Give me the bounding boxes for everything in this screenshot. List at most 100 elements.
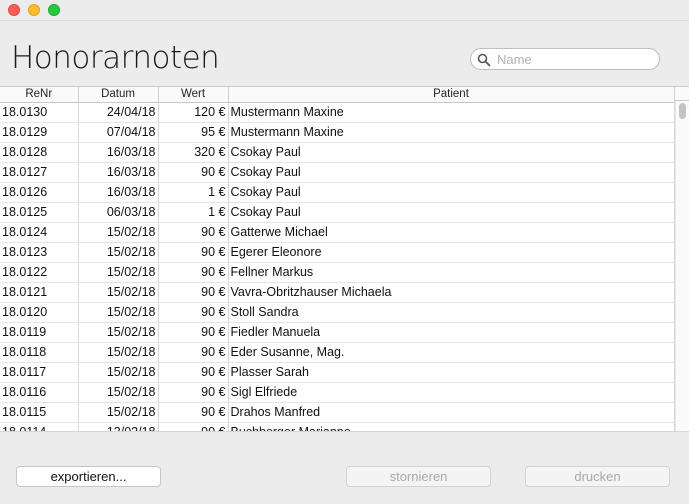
cancel-invoice-button[interactable]: stornieren: [346, 466, 491, 487]
cell-patient: Egerer Eleonore: [228, 242, 675, 263]
invoice-table: ReNr Datum Wert Patient 18.0130 24/04/18 1…: [0, 86, 689, 445]
cell-renr: 18.0127: [0, 162, 79, 183]
print-button[interactable]: drucken: [525, 466, 670, 487]
cell-renr: 18.0126: [0, 182, 79, 203]
table-row[interactable]: 18.0126 16/03/18 1 € Csokay Paul: [0, 182, 675, 203]
table-row[interactable]: 18.0123 15/02/18 90 € Egerer Eleonore: [0, 242, 675, 263]
cell-datum: 16/03/18: [78, 142, 159, 163]
title-bar: [0, 0, 689, 21]
cell-datum: 15/02/18: [78, 222, 159, 243]
cell-datum: 15/02/18: [78, 402, 159, 423]
cell-datum: 15/02/18: [78, 362, 159, 383]
cell-datum: 24/04/18: [78, 102, 159, 123]
table-header-row: ReNr Datum Wert Patient: [0, 87, 675, 103]
cell-datum: 16/03/18: [78, 182, 159, 203]
table-row[interactable]: 18.0120 15/02/18 90 € Stoll Sandra: [0, 302, 675, 323]
page-title: Honorarnoten: [11, 40, 220, 76]
cell-patient: Csokay Paul: [228, 202, 675, 223]
cell-renr: 18.0129: [0, 122, 79, 143]
cell-datum: 15/02/18: [78, 282, 159, 303]
cell-wert: 90 €: [158, 382, 229, 403]
table-row[interactable]: 18.0128 16/03/18 320 € Csokay Paul: [0, 142, 675, 163]
cell-wert: 90 €: [158, 222, 229, 243]
cell-renr: 18.0120: [0, 302, 79, 323]
table-row[interactable]: 18.0125 06/03/18 1 € Csokay Paul: [0, 202, 675, 223]
cell-renr: 18.0121: [0, 282, 79, 303]
search-field[interactable]: [470, 48, 660, 70]
search-icon: [477, 53, 491, 67]
zoom-window-button[interactable]: [48, 4, 60, 16]
cell-wert: 90 €: [158, 242, 229, 263]
horizontal-scrollbar[interactable]: [0, 431, 689, 445]
cell-wert: 90 €: [158, 342, 229, 363]
cell-patient: Fellner Markus: [228, 262, 675, 283]
cell-renr: 18.0115: [0, 402, 79, 423]
cell-renr: 18.0123: [0, 242, 79, 263]
cell-wert: 90 €: [158, 262, 229, 283]
cell-patient: Eder Susanne, Mag.: [228, 342, 675, 363]
table-row[interactable]: 18.0124 15/02/18 90 € Gatterwe Michael: [0, 222, 675, 243]
column-header-datum[interactable]: Datum: [78, 87, 159, 103]
cell-wert: 90 €: [158, 362, 229, 383]
column-header-wert[interactable]: Wert: [158, 87, 229, 103]
cell-wert: 95 €: [158, 122, 229, 143]
cell-renr: 18.0117: [0, 362, 79, 383]
cell-wert: 120 €: [158, 102, 229, 123]
table-row[interactable]: 18.0130 24/04/18 120 € Mustermann Maxine: [0, 102, 675, 123]
table-row[interactable]: 18.0129 07/04/18 95 € Mustermann Maxine: [0, 122, 675, 143]
cell-patient: Vavra-Obritzhauser Michaela: [228, 282, 675, 303]
table-row[interactable]: 18.0122 15/02/18 90 € Fellner Markus: [0, 262, 675, 283]
cell-renr: 18.0116: [0, 382, 79, 403]
cell-renr: 18.0128: [0, 142, 79, 163]
scrollbar-thumb[interactable]: [679, 103, 686, 119]
cell-datum: 15/02/18: [78, 302, 159, 323]
minimize-window-button[interactable]: [28, 4, 40, 16]
cell-patient: Csokay Paul: [228, 142, 675, 163]
cell-datum: 15/02/18: [78, 322, 159, 343]
cell-patient: Drahos Manfred: [228, 402, 675, 423]
search-input[interactable]: [497, 51, 652, 67]
cell-patient: Gatterwe Michael: [228, 222, 675, 243]
table-row[interactable]: 18.0118 15/02/18 90 € Eder Susanne, Mag.: [0, 342, 675, 363]
cell-renr: 18.0122: [0, 262, 79, 283]
cell-patient: Mustermann Maxine: [228, 102, 675, 123]
column-header-patient[interactable]: Patient: [228, 87, 675, 103]
cell-renr: 18.0130: [0, 102, 79, 123]
cell-wert: 90 €: [158, 322, 229, 343]
cell-wert: 90 €: [158, 302, 229, 323]
cell-wert: 1 €: [158, 182, 229, 203]
cell-renr: 18.0118: [0, 342, 79, 363]
cell-datum: 15/02/18: [78, 242, 159, 263]
cell-datum: 16/03/18: [78, 162, 159, 183]
table-row[interactable]: 18.0116 15/02/18 90 € Sigl Elfriede: [0, 382, 675, 403]
table-row[interactable]: 18.0115 15/02/18 90 € Drahos Manfred: [0, 402, 675, 423]
cell-patient: Mustermann Maxine: [228, 122, 675, 143]
table-row[interactable]: 18.0119 15/02/18 90 € Fiedler Manuela: [0, 322, 675, 343]
vertical-scrollbar[interactable]: [675, 101, 689, 445]
cell-datum: 15/02/18: [78, 382, 159, 403]
cell-wert: 320 €: [158, 142, 229, 163]
cell-patient: Csokay Paul: [228, 162, 675, 183]
cell-patient: Fiedler Manuela: [228, 322, 675, 343]
cell-datum: 15/02/18: [78, 342, 159, 363]
cell-wert: 1 €: [158, 202, 229, 223]
column-header-renr[interactable]: ReNr: [0, 87, 79, 103]
table-row[interactable]: 18.0117 15/02/18 90 € Plasser Sarah: [0, 362, 675, 383]
cell-wert: 90 €: [158, 402, 229, 423]
export-button[interactable]: exportieren...: [16, 466, 161, 487]
header-corner: [675, 87, 689, 101]
cell-patient: Csokay Paul: [228, 182, 675, 203]
cell-datum: 15/02/18: [78, 262, 159, 283]
table-row[interactable]: 18.0127 16/03/18 90 € Csokay Paul: [0, 162, 675, 183]
table-row[interactable]: 18.0121 15/02/18 90 € Vavra-Obritzhauser Mi…: [0, 282, 675, 303]
cell-renr: 18.0119: [0, 322, 79, 343]
cell-datum: 06/03/18: [78, 202, 159, 223]
cell-patient: Plasser Sarah: [228, 362, 675, 383]
close-window-button[interactable]: [8, 4, 20, 16]
cell-renr: 18.0125: [0, 202, 79, 223]
cell-patient: Stoll Sandra: [228, 302, 675, 323]
cell-patient: Sigl Elfriede: [228, 382, 675, 403]
cell-wert: 90 €: [158, 282, 229, 303]
cell-renr: 18.0124: [0, 222, 79, 243]
cell-datum: 07/04/18: [78, 122, 159, 143]
